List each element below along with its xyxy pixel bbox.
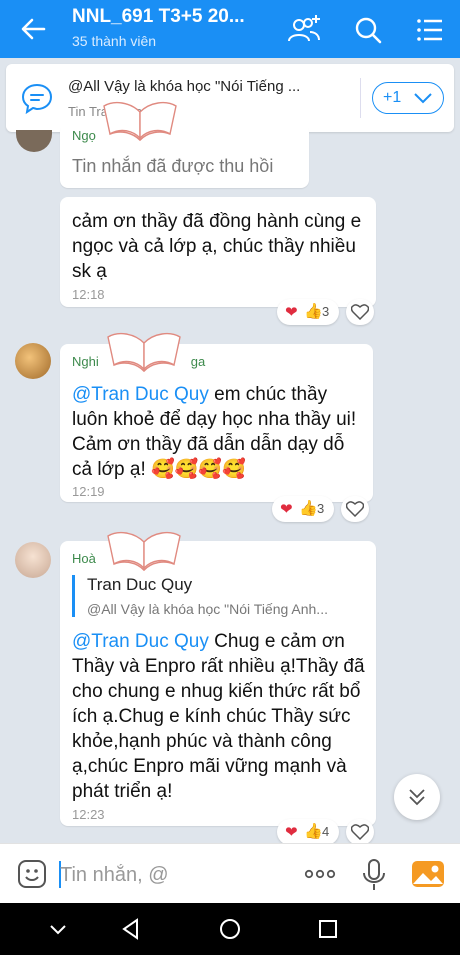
message-bubble[interactable]: Hoà Tran Duc Quy @All Vậy là khóa học "N… [60,541,376,826]
reaction-count: 3 [317,501,325,516]
member-count: 35 thành viên [72,33,157,49]
search-icon[interactable] [350,12,386,48]
mention-link[interactable]: @Tran Duc Quy [72,631,209,652]
message-time: 12:18 [72,287,105,302]
divider [360,78,361,118]
open-book-icon [107,332,181,373]
thumbs-up-icon: 👍 [304,303,323,320]
system-nav-bar [0,903,460,955]
chevron-down-icon [414,93,432,104]
message-bubble[interactable]: cảm ơn thầy đã đồng hành cùng e ngọc và … [60,197,376,307]
back-arrow-icon[interactable] [18,14,48,44]
avatar[interactable] [15,343,51,379]
chat-header: NNL_691 T3+5 20... 35 thành viên [0,0,460,58]
message-text: @Tran Duc Quy Chug e cảm ơn Thầy và Enpr… [72,631,365,802]
like-button[interactable] [341,496,369,522]
pinned-more-button[interactable]: +1 [372,82,444,114]
chat-bubble-icon [21,83,53,115]
thumbs-up-icon: 👍 [299,500,318,517]
quoted-message[interactable]: Tran Duc Quy @All Vậy là khóa học "Nói T… [72,575,368,617]
message-text: cảm ơn thầy đã đồng hành cùng e ngọc và … [72,211,362,282]
avatar[interactable] [15,542,51,578]
message-time: 12:19 [72,484,105,499]
like-button[interactable] [346,299,374,325]
open-book-icon [103,101,177,142]
group-title[interactable]: NNL_691 T3+5 20... [72,6,245,28]
nav-back-icon[interactable] [119,917,143,941]
sender-name: Hoà [72,551,96,566]
message-text: @Tran Duc Quy em chúc thầy luôn khoẻ để … [72,384,357,480]
reaction-count: 3 [322,304,330,319]
nav-home-icon[interactable] [218,917,242,941]
message-bubble-recalled[interactable]: Ngọ Tin nhắn đã được thu hồi [60,124,309,188]
heart-icon: ❤ [280,501,293,518]
open-book-icon [107,531,181,572]
nav-recents-icon[interactable] [316,917,340,941]
microphone-icon[interactable] [361,858,387,892]
thumbs-up-icon: 👍 [304,823,323,840]
message-input-bar [0,843,460,903]
gallery-icon[interactable] [411,858,445,890]
like-outline-icon [346,501,364,517]
sticker-icon[interactable] [16,858,48,890]
avatar[interactable] [16,130,52,152]
more-dots-icon[interactable] [302,860,338,888]
message-input[interactable] [60,861,280,889]
menu-list-icon[interactable] [412,12,448,48]
heart-icon: ❤ [285,304,298,321]
nav-dropdown-icon[interactable] [46,917,70,941]
double-chevron-down-icon [409,789,425,806]
recalled-text: Tin nhắn đã được thu hồi [72,156,274,176]
pinned-text: @All Vậy là khóa học "Nói Tiếng ... [68,78,301,95]
scroll-to-bottom-button[interactable] [394,774,440,820]
quoted-sender: Tran Duc Quy [87,575,193,594]
quoted-text: @All Vậy là khóa học "Nói Tiếng Anh... [87,601,328,617]
sender-name: Ngọ [72,128,96,143]
message-time: 12:23 [72,807,105,822]
heart-icon: ❤ [285,824,298,841]
pinned-more-count: +1 [383,89,402,106]
like-outline-icon [351,824,369,840]
like-button[interactable] [346,819,374,845]
add-member-icon[interactable] [286,12,322,48]
like-outline-icon [351,304,369,320]
reaction-summary[interactable]: ❤ 👍 4 [277,819,339,845]
reaction-summary[interactable]: ❤ 👍 3 [277,299,339,325]
reaction-summary[interactable]: ❤ 👍 3 [272,496,334,522]
pinned-message-bar[interactable]: @All Vậy là khóa học "Nói Tiếng ... Tin … [6,64,454,132]
mention-link[interactable]: @Tran Duc Quy [72,384,209,405]
reaction-count: 4 [322,824,330,839]
